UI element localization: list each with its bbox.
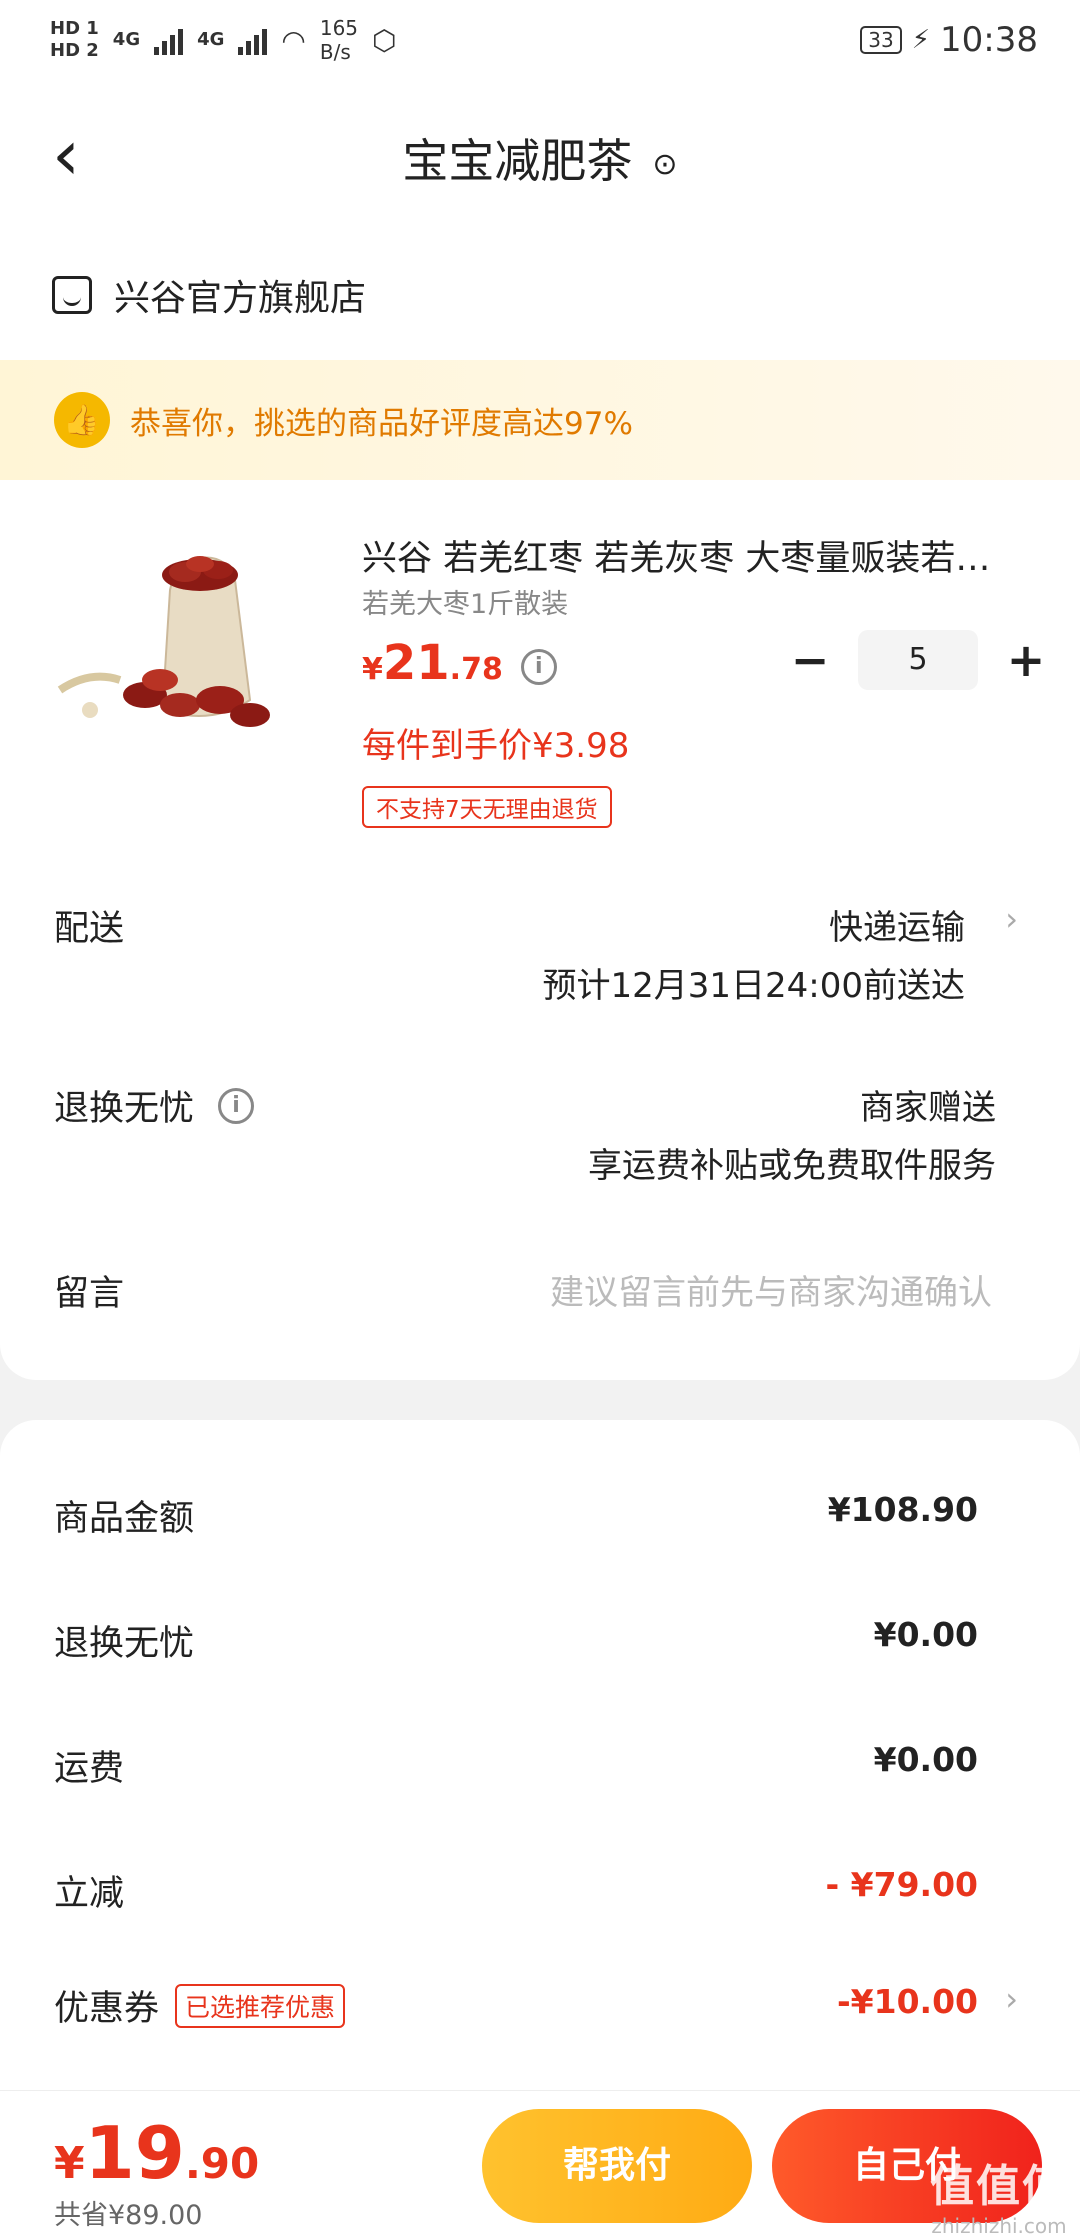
- rating-banner: 👍 恭喜你，挑选的商品好评度高达97%: [0, 360, 1080, 480]
- return-value: 商家赠送: [860, 1088, 996, 1128]
- saved-amount: 共省¥89.00: [54, 2200, 203, 2231]
- info-icon[interactable]: i: [520, 649, 557, 685]
- goods-amount-value: ¥108.90: [827, 1490, 978, 1529]
- chevron-right-icon[interactable]: ›: [1005, 900, 1018, 938]
- total-symbol: ¥: [54, 2138, 85, 2189]
- price-symbol: ¥: [362, 652, 383, 687]
- message-input[interactable]: 建议留言前先与商家沟通确认: [550, 1265, 992, 1314]
- product-price: ¥21.78 i: [362, 635, 557, 691]
- plus-button[interactable]: +: [996, 633, 1056, 687]
- help-pay-button[interactable]: 帮我付: [482, 2109, 752, 2223]
- clock: 10:38: [940, 20, 1038, 60]
- wifi-icon: ◠: [281, 23, 306, 57]
- discount-label: 立减: [54, 1874, 125, 1914]
- goods-amount-label: 商品金额: [54, 1499, 195, 1539]
- watermark-logo: 值值值: [930, 2161, 1068, 2212]
- chevron-right-icon[interactable]: ›: [1005, 1980, 1018, 2018]
- quantity-input[interactable]: 5: [858, 630, 978, 690]
- no-return-tag: 不支持7天无理由退货: [362, 786, 612, 828]
- product-image[interactable]: [50, 520, 330, 750]
- banner-text: 恭喜你，挑选的商品好评度高达97%: [130, 405, 633, 442]
- hand-icon: ⬡: [372, 23, 397, 57]
- status-bar: HD 1 HD 2 4G 4G ◠ 165 B/s ⬡ 33 ⚡ 10:38: [0, 0, 1080, 80]
- return-desc: 享运费补贴或免费取件服务: [588, 1146, 996, 1186]
- minus-button[interactable]: −: [780, 633, 840, 687]
- quantity-stepper: − 5 +: [780, 630, 1056, 690]
- message-label: 留言: [54, 1274, 125, 1314]
- order-card: 兴谷 若羌红枣 若羌灰枣 大枣量贩装若羌大枣1斤散装 若羌大枣1斤散装 ¥21.…: [0, 480, 1080, 1380]
- store-icon: [52, 276, 92, 314]
- return-fee-label: 退换无忧: [54, 1624, 195, 1664]
- price-decimal: .78: [449, 652, 503, 687]
- return-label: 退换无忧: [54, 1089, 195, 1129]
- delivery-method[interactable]: 快递运输: [829, 900, 965, 949]
- product-title[interactable]: 兴谷 若羌红枣 若羌灰枣 大枣量贩装若羌大枣1斤散装: [362, 530, 1022, 581]
- nav-bar: ‹ 宝宝减肥茶 ⊙: [0, 80, 1080, 230]
- coupon-label: 优惠券: [54, 1989, 160, 2029]
- total-price: ¥19.90: [54, 2111, 259, 2195]
- page-title: 宝宝减肥茶 ⊙: [0, 125, 1080, 191]
- bottom-bar: ¥19.90 共省¥89.00 帮我付 自己付: [0, 2090, 1080, 2240]
- fee-card: 商品金额 ¥108.90 退换无忧 ¥0.00 运费 ¥0.00 立减 - ¥7…: [0, 1420, 1080, 2120]
- price-integer: 21: [382, 635, 450, 691]
- shipping-value: ¥0.00: [873, 1740, 978, 1779]
- hd1-label: HD 1: [50, 18, 99, 39]
- coupon-tag: 已选推荐优惠: [175, 1983, 346, 2028]
- discount-value: - ¥79.00: [825, 1865, 978, 1904]
- total-integer: 19: [84, 2111, 185, 2195]
- hd2-label: HD 2: [50, 40, 99, 61]
- network-speed: 165 B/s: [320, 16, 358, 64]
- shipping-label: 运费: [54, 1749, 125, 1789]
- coupon-row[interactable]: 优惠券 已选推荐优惠: [54, 1980, 346, 2031]
- network-type-1: 4G: [112, 29, 141, 50]
- signal-icon: [154, 25, 184, 55]
- page-title-text: 宝宝减肥茶: [402, 134, 633, 188]
- info-icon[interactable]: i: [218, 1087, 255, 1124]
- thumbs-up-icon: 👍: [54, 392, 110, 448]
- signal-icon-2: [238, 25, 268, 55]
- product-spec[interactable]: 若羌大枣1斤散装: [362, 582, 568, 621]
- store-name: 兴谷官方旗舰店: [114, 278, 367, 319]
- watermark: 值值值 zhizhizhi.com: [930, 2150, 1068, 2238]
- speed-value: 165: [319, 16, 359, 40]
- store-row[interactable]: 兴谷官方旗舰店: [0, 230, 1080, 360]
- return-label-row: 退换无忧 i: [54, 1080, 255, 1131]
- unit-price: 每件到手价¥3.98: [362, 726, 630, 766]
- sim-indicators: HD 1 HD 2: [50, 18, 99, 62]
- location-pin-icon: ⊙: [652, 147, 678, 182]
- speed-unit: B/s: [319, 40, 351, 64]
- watermark-text: zhizhizhi.com: [931, 2214, 1067, 2238]
- network-type-2: 4G: [197, 29, 225, 50]
- delivery-label: 配送: [54, 909, 125, 949]
- delivery-eta: 预计12月31日24:00前送达: [542, 966, 965, 1006]
- return-fee-value: ¥0.00: [873, 1615, 978, 1654]
- coupon-value[interactable]: -¥10.00: [837, 1982, 978, 2021]
- total-decimal: .90: [184, 2139, 260, 2188]
- charging-icon: ⚡: [911, 25, 931, 55]
- battery-level: 33: [860, 26, 902, 54]
